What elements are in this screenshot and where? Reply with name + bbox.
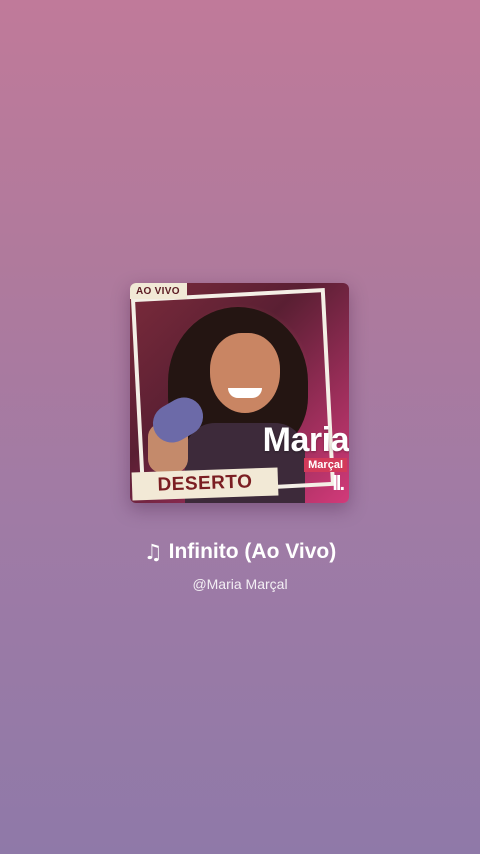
album-cover[interactable]: AO VIVO Maria Marçal ll. DESERTO [130,283,349,503]
artist-handle[interactable]: @Maria Marçal [0,576,480,592]
song-title: Infinito (Ao Vivo) [168,540,337,563]
cover-album-banner: DESERTO [131,467,279,501]
cover-logo-mark: ll. [332,473,345,495]
cover-artist-surname: Marçal [304,458,347,472]
music-note-icon: ♫ [143,540,163,564]
song-title-row[interactable]: ♫ Infinito (Ao Vivo) [0,538,480,566]
cover-artist-name: Maria [262,421,349,459]
cover-album-title: DESERTO [157,471,253,496]
cover-badge: AO VIVO [130,283,187,299]
